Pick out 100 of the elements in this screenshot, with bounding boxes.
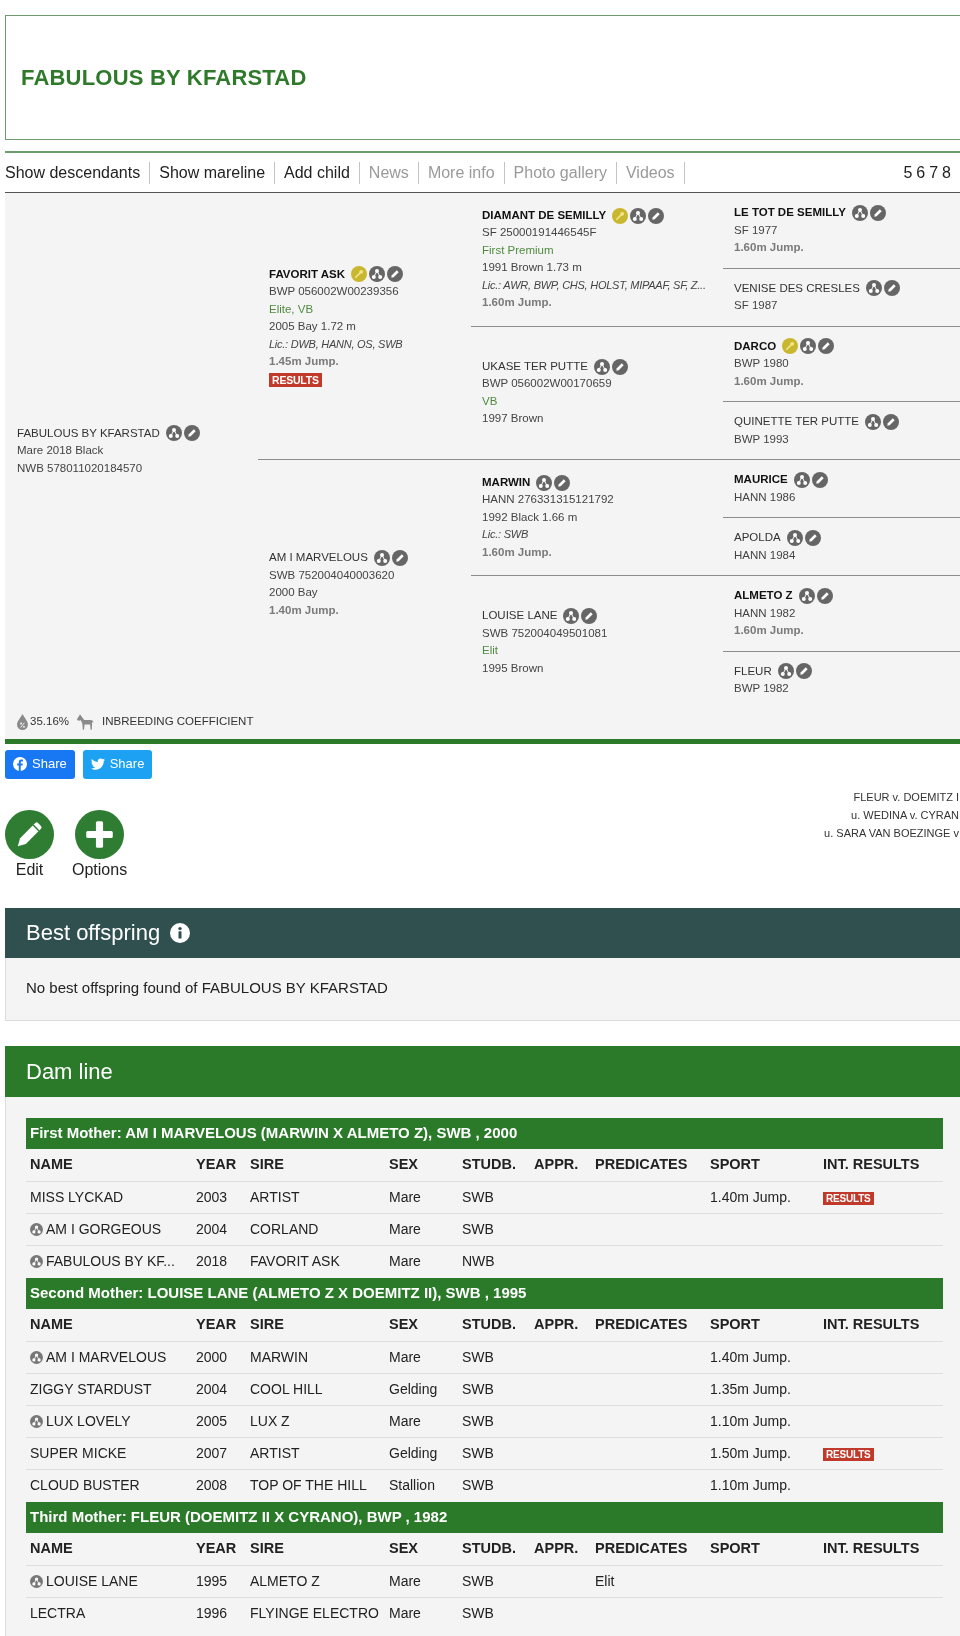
nav-link[interactable]: Show mareline	[159, 160, 266, 185]
family-tree-icon[interactable]	[865, 413, 882, 430]
horse-name[interactable]: FAVORIT ASK	[269, 265, 346, 283]
horse-name[interactable]: LE TOT DE SEMILLY	[734, 204, 846, 222]
edit-icon[interactable]	[648, 207, 665, 224]
pencil-icon	[5, 809, 54, 859]
family-tree-icon[interactable]	[798, 587, 815, 604]
family-tree-icon[interactable]	[793, 471, 810, 488]
horse-name[interactable]: SUPER MICKE	[30, 1443, 127, 1464]
horse-name[interactable]: AM I MARVELOUS	[269, 549, 368, 567]
family-tree-icon[interactable]	[851, 204, 868, 221]
edit-icon[interactable]	[804, 529, 821, 546]
edit-button[interactable]: Edit	[5, 809, 54, 880]
horse-name[interactable]: ALMETO Z	[734, 587, 793, 605]
horse-name[interactable]: FABULOUS BY KFARSTAD	[17, 424, 160, 442]
column-header: INT. RESULTS	[819, 1532, 944, 1566]
family-tree-icon[interactable]	[30, 1415, 43, 1428]
table-cell: SWB	[462, 1445, 494, 1461]
horse-name[interactable]: MISS LYCKAD	[30, 1187, 124, 1208]
table-cell: SWB	[462, 1349, 494, 1365]
family-tree-icon[interactable]	[800, 338, 817, 355]
horse-name[interactable]: ZIGGY STARDUST	[30, 1379, 152, 1400]
horse-name[interactable]: FLEUR	[734, 662, 772, 680]
family-tree-icon[interactable]	[373, 550, 390, 566]
edit-icon[interactable]	[611, 358, 628, 375]
horse-name[interactable]: DARCO	[734, 337, 777, 355]
sport-level: 1.60m Jump.	[482, 295, 552, 311]
horse-name[interactable]: MAURICE	[734, 471, 788, 489]
horse-name[interactable]: QUINETTE TER PUTTE	[734, 413, 860, 431]
table-cell: 2007	[196, 1445, 228, 1461]
edit-icon[interactable]	[816, 587, 833, 604]
horse-name[interactable]: LECTRA	[30, 1603, 86, 1625]
options-button[interactable]: Options	[72, 809, 128, 880]
column-header: STUDB.	[458, 1532, 530, 1566]
predicate-text: Elit	[482, 643, 498, 659]
edit-icon[interactable]	[391, 550, 408, 566]
family-tree-icon[interactable]	[30, 1255, 43, 1269]
info-icon[interactable]	[170, 922, 191, 943]
horse-info: HANN 276331315121792	[482, 492, 614, 508]
horse-name[interactable]: CLOUD BUSTER	[30, 1475, 140, 1497]
edit-icon[interactable]	[581, 608, 598, 624]
edit-icon[interactable]	[795, 663, 812, 680]
licence-text: Lic.: SWB	[482, 527, 529, 543]
horse-name[interactable]: UKASE TER PUTTE	[482, 357, 588, 376]
generation-link[interactable]: 5	[903, 160, 913, 185]
edit-icon[interactable]	[883, 280, 900, 297]
edit-icon[interactable]	[818, 338, 835, 355]
horse-name[interactable]: AM I MARVELOUS	[46, 1347, 167, 1368]
table-cell: 2000	[196, 1349, 228, 1365]
edit-icon[interactable]	[811, 471, 828, 488]
horse-info: SF 1987	[734, 298, 778, 313]
horse-name[interactable]: DIAMANT DE SEMILLY	[482, 206, 607, 225]
results-badge[interactable]: RESULTS	[823, 1192, 874, 1205]
sport-level: 1.60m Jump.	[734, 240, 804, 255]
horse-name[interactable]: LOUISE LANE	[46, 1571, 138, 1592]
family-tree-icon[interactable]	[593, 358, 610, 375]
results-badge[interactable]: RESULTS	[823, 1448, 874, 1461]
results-badge[interactable]: RESULTS	[269, 372, 322, 387]
table-cell: 1996	[196, 1605, 228, 1622]
family-tree-icon[interactable]	[563, 608, 580, 624]
family-tree-icon[interactable]	[630, 207, 647, 224]
nav-link[interactable]: Add child	[284, 160, 350, 185]
horse-name[interactable]: LUX LOVELY	[46, 1411, 131, 1432]
nav-link[interactable]: Show descendants	[5, 160, 141, 185]
family-tree-icon[interactable]	[369, 266, 386, 283]
horse-name[interactable]: LOUISE LANE	[482, 607, 558, 625]
generation-link[interactable]: 8	[942, 160, 951, 185]
family-tree-icon[interactable]	[865, 280, 882, 297]
horse-name[interactable]: VENISE DES CRESLES	[734, 279, 860, 297]
column-header: APPR.	[530, 1308, 591, 1342]
generation-link[interactable]: 7	[929, 160, 939, 185]
generation-link[interactable]: 6	[916, 160, 926, 185]
table-cell: Elit	[595, 1573, 615, 1589]
horse-name[interactable]: MARWIN	[482, 473, 531, 492]
family-tree-icon[interactable]	[30, 1351, 43, 1364]
family-tree-icon[interactable]	[165, 425, 182, 442]
share-button[interactable]: Share	[5, 749, 75, 779]
table-cell: Gelding	[389, 1445, 438, 1461]
predicate-text: VB	[482, 393, 498, 409]
horse-name[interactable]: APOLDA	[734, 529, 781, 547]
inbreeding-value: 35.16%	[30, 714, 69, 730]
column-header: SPORT	[706, 1308, 819, 1342]
family-tree-icon[interactable]	[777, 663, 794, 680]
horse-name[interactable]: AM I GORGEOUS	[46, 1219, 162, 1240]
horse-info: SF 25000191446545F	[482, 225, 597, 241]
column-header: SEX	[385, 1532, 458, 1566]
family-tree-icon[interactable]	[786, 529, 803, 546]
edit-icon[interactable]	[869, 204, 886, 221]
edit-icon[interactable]	[387, 266, 404, 283]
table-cell: 1.40m Jump.	[710, 1189, 791, 1205]
edit-icon[interactable]	[883, 413, 900, 430]
horse-name[interactable]: FABULOUS BY KF...	[46, 1251, 175, 1273]
column-header: SIRE	[246, 1308, 385, 1342]
family-tree-icon[interactable]	[30, 1575, 43, 1588]
horse-info: HANN 1982	[734, 605, 796, 621]
family-tree-icon[interactable]	[30, 1223, 43, 1236]
family-tree-icon[interactable]	[536, 474, 553, 491]
edit-icon[interactable]	[183, 425, 200, 442]
column-header: NAME	[26, 1532, 192, 1566]
edit-icon[interactable]	[554, 474, 571, 491]
